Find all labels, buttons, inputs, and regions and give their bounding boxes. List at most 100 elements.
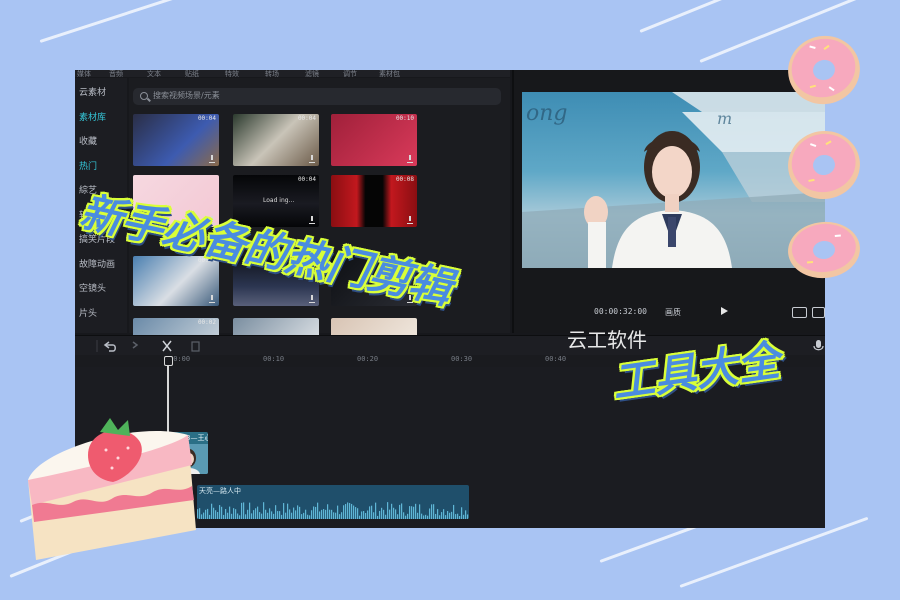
waveform-bar: [337, 505, 339, 519]
waveform-bar: [273, 513, 275, 519]
waveform-bar: [233, 508, 235, 519]
download-icon[interactable]: [309, 155, 315, 163]
waveform-bar: [295, 510, 297, 519]
sidebar-item[interactable]: 空镜头: [75, 278, 127, 300]
fullscreen-icon[interactable]: [812, 307, 825, 318]
waveform-bar: [257, 506, 259, 519]
waveform-bar: [461, 507, 463, 519]
search-bar[interactable]: 搜索视频场景/元素: [133, 88, 501, 105]
waveform-bar: [229, 506, 231, 519]
waveform-bar: [349, 503, 351, 519]
waveform-bar: [285, 512, 287, 519]
media-thumbnail[interactable]: 00:10: [331, 114, 417, 166]
redo-icon[interactable]: [132, 341, 139, 349]
waveform-bar: [391, 503, 393, 519]
waveform-bar: [427, 515, 429, 519]
waveform-bar: [321, 509, 323, 519]
waveform-bar: [409, 506, 411, 519]
split-icon[interactable]: [162, 340, 172, 352]
download-icon[interactable]: [309, 216, 315, 224]
ruler-tick-label: 00:40: [545, 355, 567, 363]
waveform-bar: [317, 502, 319, 519]
background-streak: [39, 0, 184, 43]
waveform-bar: [265, 509, 267, 519]
waveform-bar: [247, 509, 249, 519]
waveform-bar: [453, 504, 455, 519]
waveform-bar: [385, 514, 387, 519]
download-icon[interactable]: [309, 295, 315, 303]
download-icon[interactable]: [209, 155, 215, 163]
waveform-bar: [331, 509, 333, 519]
thumbnail-duration: 00:02: [197, 319, 216, 326]
ruler-tick-label: 00:30: [451, 355, 473, 363]
sidebar-item[interactable]: 热门: [75, 156, 127, 178]
waveform-bar: [305, 509, 307, 519]
waveform-bar: [309, 515, 311, 519]
search-input[interactable]: 搜索视频场景/元素: [153, 90, 220, 101]
donut-icon: [788, 35, 860, 105]
sidebar-item[interactable]: 片头: [75, 303, 127, 325]
media-thumbnail[interactable]: 00:04: [133, 114, 219, 166]
waveform-bar: [281, 514, 283, 519]
waveform-bar: [405, 515, 407, 519]
waveform-bar: [311, 510, 313, 519]
search-icon: [140, 92, 148, 100]
donut-stickers: [788, 35, 860, 279]
waveform-bar: [341, 512, 343, 519]
waveform-bar: [211, 503, 213, 519]
waveform-bar: [293, 507, 295, 519]
waveform-bar: [271, 511, 273, 519]
waveform-bar: [307, 514, 309, 519]
audio-clip[interactable]: 天亮—路人中: [197, 485, 469, 519]
undo-icon[interactable]: [103, 341, 116, 352]
waveform-bar: [251, 513, 253, 519]
sidebar-item[interactable]: 素材库: [75, 107, 127, 129]
sidebar-item[interactable]: 云素材: [75, 82, 127, 104]
quality-dropdown[interactable]: 画质: [665, 307, 681, 318]
waveform-bar: [411, 506, 413, 519]
microphone-icon[interactable]: [813, 340, 824, 351]
waveform-bar: [323, 509, 325, 519]
waveform-bar: [463, 514, 465, 519]
svg-text:m: m: [717, 109, 732, 128]
download-icon[interactable]: [407, 216, 413, 224]
waveform-icon[interactable]: [792, 307, 807, 318]
download-icon[interactable]: [407, 155, 413, 163]
download-icon[interactable]: [209, 295, 215, 303]
waveform-bar: [373, 512, 375, 519]
waveform-bar: [319, 511, 321, 519]
waveform-bar: [289, 509, 291, 519]
waveform-bar: [375, 502, 377, 519]
waveform-bar: [209, 514, 211, 519]
waveform-bar: [377, 515, 379, 519]
waveform-bar: [361, 511, 363, 519]
waveform-bar: [467, 514, 469, 519]
thumbnail-duration: 00:10: [395, 115, 414, 122]
media-thumbnail[interactable]: 00:04: [233, 114, 319, 166]
waveform-bar: [381, 507, 383, 519]
waveform-bar: [397, 514, 399, 519]
waveform-bar: [301, 514, 303, 519]
delete-icon[interactable]: [191, 341, 200, 352]
sidebar-item[interactable]: 收藏: [75, 131, 127, 153]
media-thumbnail[interactable]: 00:08: [331, 175, 417, 227]
waveform-bar: [423, 515, 425, 519]
waveform-bar: [327, 504, 329, 519]
waveform-bar: [365, 512, 367, 519]
waveform-bar: [213, 507, 215, 519]
preview-panel: ong m 00:00:32:00 画质: [512, 70, 825, 333]
waveform-bar: [279, 511, 281, 519]
waveform-bar: [325, 509, 327, 519]
waveform-bar: [353, 505, 355, 519]
sidebar-item[interactable]: 故障动画: [75, 254, 127, 276]
waveform-bar: [425, 514, 427, 519]
waveform-bar: [267, 512, 269, 519]
waveform-bar: [395, 509, 397, 519]
waveform-bar: [401, 503, 403, 519]
waveform-bar: [415, 503, 417, 519]
waveform-bar: [367, 510, 369, 519]
waveform-bar: [217, 512, 219, 519]
waveform-bar: [387, 502, 389, 519]
waveform-bar: [351, 503, 353, 519]
play-icon[interactable]: [721, 307, 728, 315]
